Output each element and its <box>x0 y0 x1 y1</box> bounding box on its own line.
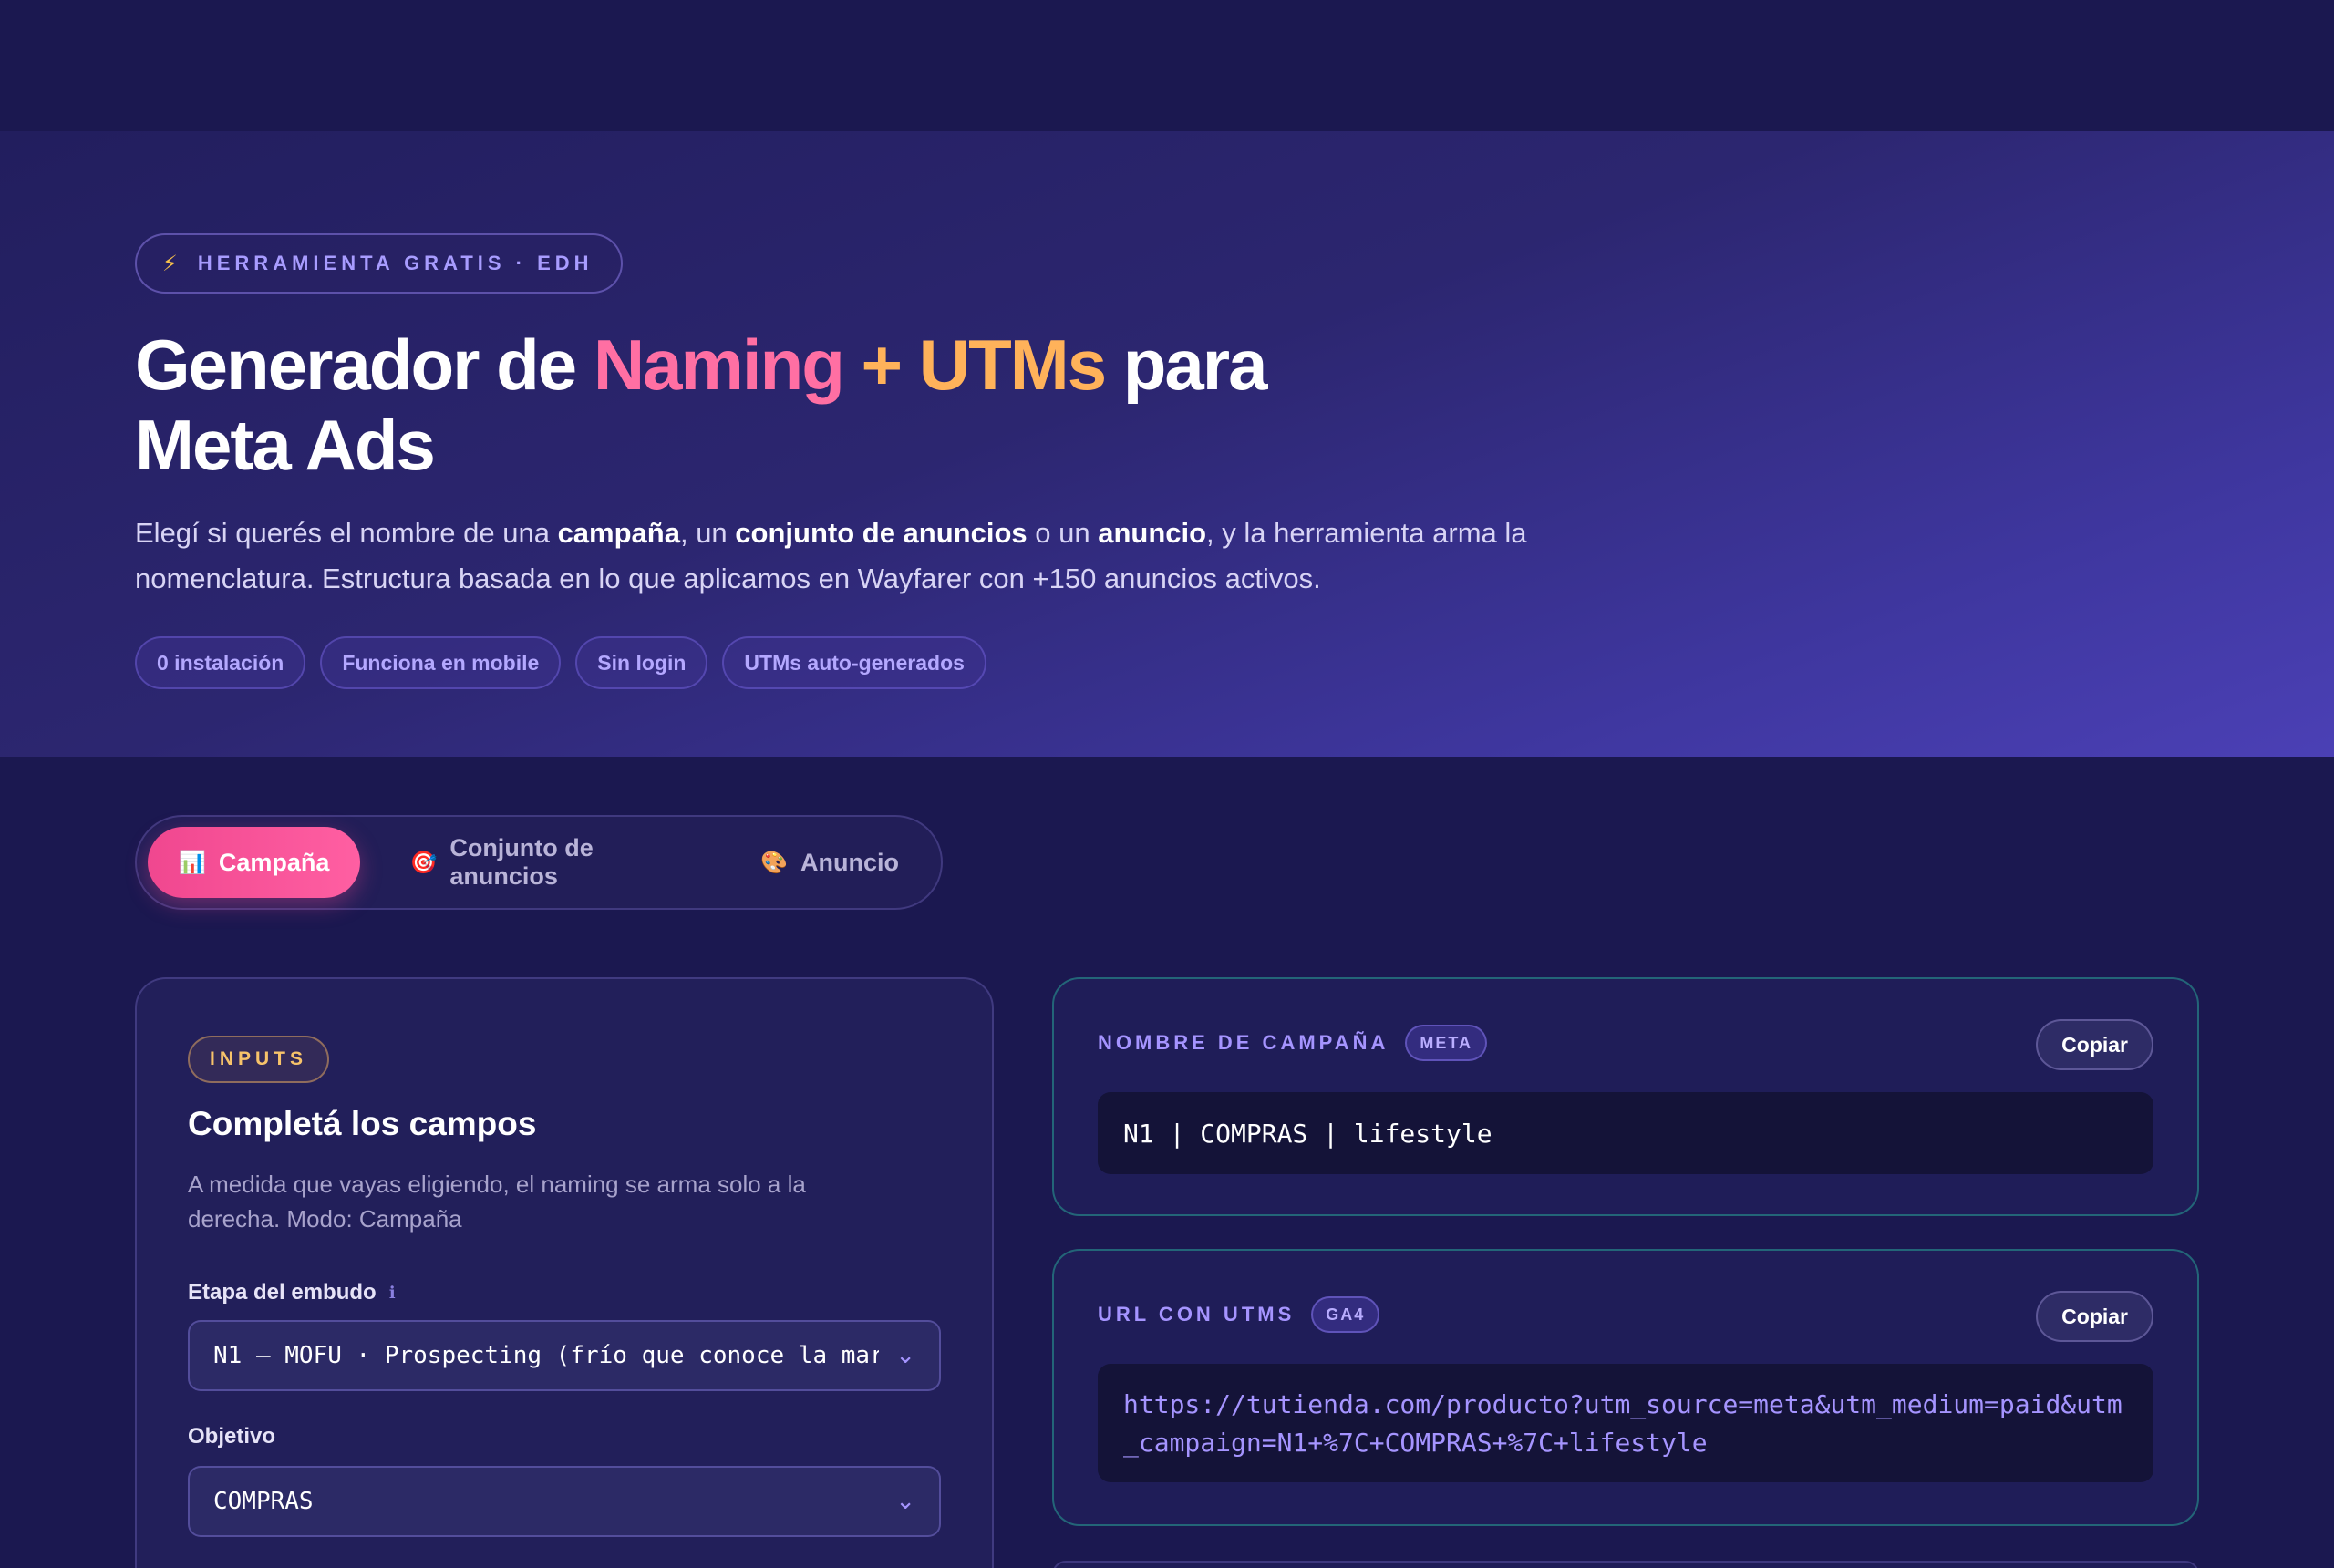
tab-campana[interactable]: 📊 Campaña <box>148 827 361 898</box>
objective-select[interactable]: COMPRAS ⌄ <box>188 1466 941 1537</box>
feature-pill: 0 instalación <box>135 636 306 689</box>
campaign-name-output[interactable]: N1 | COMPRAS | lifestyle <box>1098 1092 2153 1174</box>
next-output-card <box>1052 1561 2199 1568</box>
tab-conjunto-de-anuncios[interactable]: 🎯 Conjunto de anuncios <box>378 827 711 898</box>
chevron-down-icon: ⌄ <box>895 1488 915 1515</box>
utm-url-header: URL CON UTMS GA4 <box>1098 1296 1380 1333</box>
palette-icon: 🎨 <box>760 850 788 875</box>
inputs-card: INPUTS Completá los campos A medida que … <box>135 977 994 1568</box>
objective-label: Objetivo <box>188 1424 276 1449</box>
lightning-icon: ⚡ <box>162 251 178 276</box>
inputs-badge: INPUTS <box>188 1036 330 1083</box>
copy-utm-url-button[interactable]: Copiar <box>2036 1291 2153 1342</box>
ga4-tag: GA4 <box>1311 1296 1380 1333</box>
target-icon: 🎯 <box>409 850 438 875</box>
feature-pill: Sin login <box>575 636 708 689</box>
title-highlight-utms: UTMs <box>918 325 1107 405</box>
inputs-title: Completá los campos <box>188 1105 537 1142</box>
hero-description: Elegí si querés el nombre de una campaña… <box>135 517 1527 594</box>
tool-badge: ⚡ HERRAMIENTA GRATIS · EDH <box>135 233 623 294</box>
tool-badge-label: HERRAMIENTA GRATIS · EDH <box>197 252 594 274</box>
campaign-name-card: NOMBRE DE CAMPAÑA META Copiar N1 | COMPR… <box>1052 977 2199 1216</box>
feature-pill: Funciona en mobile <box>320 636 562 689</box>
funnel-stage-select[interactable]: N1 — MOFU · Prospecting (frío que conoce… <box>188 1320 941 1391</box>
campaign-name-header: NOMBRE DE CAMPAÑA META <box>1098 1025 1488 1061</box>
info-icon[interactable]: ℹ <box>389 1284 396 1303</box>
feature-pill: UTMs auto-generados <box>722 636 986 689</box>
meta-tag: META <box>1405 1025 1488 1061</box>
feature-pills: 0 instalación Funciona en mobile Sin log… <box>135 636 986 689</box>
page-title: Generador de Naming + UTMs para Meta Ads <box>135 325 1268 485</box>
bar-chart-icon: 📊 <box>179 850 206 875</box>
utm-url-card: URL CON UTMS GA4 Copiar https://tutienda… <box>1052 1249 2199 1526</box>
utm-url-label: URL CON UTMS <box>1098 1303 1296 1326</box>
tab-anuncio[interactable]: 🎨 Anuncio <box>729 827 930 898</box>
copy-campaign-name-button[interactable]: Copiar <box>2036 1019 2153 1070</box>
inputs-description: A medida que vayas eligiendo, el naming … <box>188 1171 806 1233</box>
title-highlight-naming: Naming <box>593 325 845 405</box>
mode-tabs: 📊 Campaña 🎯 Conjunto de anuncios 🎨 Anunc… <box>135 815 943 910</box>
campaign-name-label: NOMBRE DE CAMPAÑA <box>1098 1031 1389 1054</box>
funnel-stage-label: Etapa del embudo ℹ <box>188 1280 396 1305</box>
chevron-down-icon: ⌄ <box>895 1342 915 1369</box>
utm-url-output[interactable]: https://tutienda.com/producto?utm_source… <box>1098 1364 2153 1482</box>
